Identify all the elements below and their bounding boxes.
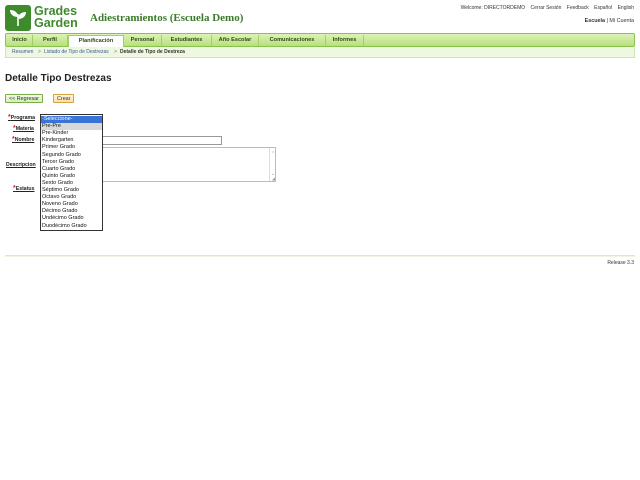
- estatus-label: *Estatus: [13, 185, 34, 192]
- welcome-text: Welcome: DIRECTORDEMO: [460, 5, 526, 11]
- breadcrumb-listado[interactable]: Listado de Tipo de Destrezas: [44, 49, 109, 55]
- header-links: Welcome: DIRECTORDEMO Cerrar Sesión Feed…: [457, 5, 634, 11]
- breadcrumb: Resumen > Listado de Tipo de Destrezas >…: [5, 47, 635, 58]
- breadcrumb-current: Detalle de Tipo de Destreza: [120, 49, 185, 55]
- resize-grip-icon[interactable]: ◢: [272, 176, 275, 181]
- dropdown-option[interactable]: Séptimo Grado: [41, 187, 102, 194]
- dropdown-option[interactable]: Undécimo Grado: [41, 215, 102, 222]
- dropdown-option[interactable]: Tercer Grado: [41, 159, 102, 166]
- create-button[interactable]: Crear: [53, 94, 75, 103]
- back-button[interactable]: << Regresar: [5, 94, 43, 103]
- dropdown-option[interactable]: Cuarto Grado: [41, 166, 102, 173]
- nombre-input[interactable]: [100, 136, 222, 145]
- release-version: Release 3.3: [607, 260, 634, 266]
- dropdown-option[interactable]: Primer Grado: [41, 144, 102, 151]
- materia-label-text: Materia: [15, 126, 34, 132]
- breadcrumb-resumen[interactable]: Resumen: [12, 49, 33, 55]
- tab-ano-escolar[interactable]: Año Escolar: [212, 35, 259, 46]
- logout-link[interactable]: Cerrar Sesión: [531, 5, 562, 11]
- tab-inicio[interactable]: Inicio: [7, 35, 33, 46]
- page-title: Detalle Tipo Destrezas: [5, 73, 112, 84]
- nombre-label-text: Nombre: [14, 137, 35, 143]
- dropdown-option[interactable]: Noveno Grado: [41, 201, 102, 208]
- dropdown-option[interactable]: Quinto Grado: [41, 173, 102, 180]
- dropdown-option[interactable]: Pre-Kinder: [41, 130, 102, 137]
- feedback-link[interactable]: Feedback: [567, 5, 589, 11]
- dropdown-option[interactable]: Duodécimo Grado: [41, 223, 102, 230]
- estatus-label-text: Estatus: [15, 186, 35, 192]
- tab-personal[interactable]: Personal: [124, 35, 162, 46]
- tab-informes[interactable]: Informes: [326, 35, 364, 46]
- dropdown-option[interactable]: Octavo Grado: [41, 194, 102, 201]
- english-link[interactable]: English: [618, 5, 634, 11]
- scroll-up-icon[interactable]: ⌃: [271, 151, 275, 157]
- logo-line2: Garden: [34, 16, 78, 30]
- programa-label-text: Programa: [10, 115, 35, 121]
- grades-garden-logo[interactable]: Grades Garden: [5, 5, 83, 31]
- app-title: Adiestramientos (Escuela Demo): [90, 12, 244, 24]
- escuela-link[interactable]: Escuela: [585, 18, 605, 24]
- dropdown-option[interactable]: Segundo Grado: [41, 152, 102, 159]
- dropdown-option[interactable]: Kindergarten: [41, 137, 102, 144]
- descripcion-textarea[interactable]: ⌃ ⌄ ◢: [100, 147, 276, 182]
- tab-estudiantes[interactable]: Estudiantes: [162, 35, 212, 46]
- tab-perfil[interactable]: Perfil: [33, 35, 68, 46]
- breadcrumb-separator: >: [114, 49, 117, 55]
- programa-dropdown-list[interactable]: -Seleccione- Pre-Pre Pre-Kinder Kinderga…: [40, 114, 103, 231]
- dropdown-option[interactable]: -Seleccione-: [41, 116, 102, 124]
- main-nav: Inicio Perfil Planificación Personal Est…: [5, 33, 635, 47]
- leaf-icon: [5, 5, 31, 31]
- nombre-label: *Nombre: [12, 136, 34, 143]
- dropdown-option[interactable]: Pre-Pre: [41, 123, 102, 131]
- materia-label: *Materia: [13, 125, 34, 132]
- breadcrumb-separator: >: [38, 49, 41, 55]
- programa-label: *Programa: [8, 114, 35, 121]
- descripcion-label: Descripcion: [6, 162, 36, 168]
- account-separator: |: [606, 18, 608, 24]
- dropdown-option[interactable]: Sexto Grado: [41, 180, 102, 187]
- footer-divider: [5, 255, 635, 257]
- logo-text: Grades Garden: [34, 5, 78, 30]
- tab-planificacion[interactable]: Planificación: [68, 35, 124, 47]
- tab-comunicaciones[interactable]: Comunicaciones: [259, 35, 326, 46]
- account-links: Escuela | Mi Cuenta: [585, 18, 634, 24]
- dropdown-option[interactable]: Décimo Grado: [41, 208, 102, 215]
- spanish-link[interactable]: Español: [594, 5, 612, 11]
- mi-cuenta-link[interactable]: Mi Cuenta: [609, 18, 634, 24]
